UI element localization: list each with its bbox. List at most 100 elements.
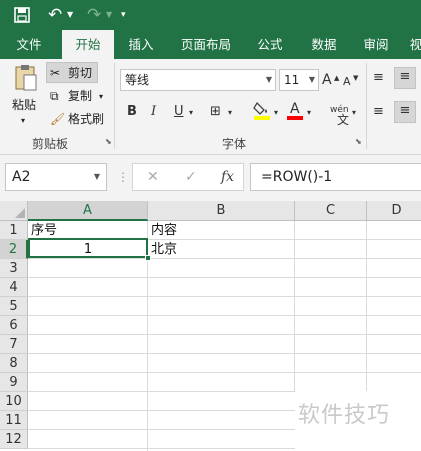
gridline: [294, 221, 295, 391]
caret-down-icon: ▼: [353, 74, 359, 82]
copy-button[interactable]: 复制: [68, 88, 92, 104]
gridline: [28, 372, 421, 373]
gridline: [28, 410, 295, 411]
clipboard-group-label: 剪贴板: [32, 137, 69, 151]
insert-function-button[interactable]: fx: [221, 168, 234, 186]
row-header-5[interactable]: 5: [0, 297, 28, 316]
gridline: [28, 277, 421, 278]
customize-qat-icon[interactable]: ▾: [121, 4, 133, 26]
column-header-c[interactable]: C: [295, 201, 367, 221]
copy-icon: ⧉: [50, 89, 59, 103]
row-header-3[interactable]: 3: [0, 259, 28, 278]
align-middle-icon[interactable]: ≡: [394, 67, 416, 89]
paste-button[interactable]: 粘贴: [12, 97, 36, 113]
column-header-b[interactable]: B: [148, 201, 295, 221]
group-divider: [114, 63, 115, 149]
font-launcher-icon[interactable]: ⬊: [355, 137, 362, 146]
column-header-d[interactable]: D: [367, 201, 421, 221]
row-header-1[interactable]: 1: [0, 221, 28, 240]
format-painter-button[interactable]: 格式刷: [68, 111, 104, 127]
row-header-6[interactable]: 6: [0, 316, 28, 335]
name-box[interactable]: A2 ▼: [5, 163, 107, 191]
tab-data[interactable]: 数据: [302, 30, 346, 59]
active-cell-border: [28, 238, 148, 258]
row-header-9[interactable]: 9: [0, 373, 28, 392]
tab-home[interactable]: 开始: [62, 30, 114, 59]
caret-up-icon: ▲: [334, 74, 340, 82]
row-header-8[interactable]: 8: [0, 354, 28, 373]
fill-color-dropdown-icon[interactable]: ▾: [274, 104, 278, 122]
gridline: [28, 391, 295, 392]
format-painter-icon: 🖌: [50, 112, 66, 126]
cut-button[interactable]: 剪切: [68, 65, 92, 81]
tab-insert[interactable]: 插入: [118, 30, 164, 59]
align-top-icon[interactable]: ≡: [373, 69, 384, 87]
decrease-font-size-button[interactable]: A: [343, 73, 351, 91]
align-center-icon[interactable]: ≡: [394, 101, 416, 123]
gridline: [366, 221, 367, 391]
title-bar: ↶ ▼ ↷ ▼ ▾: [0, 0, 421, 30]
tab-formulas[interactable]: 公式: [248, 30, 292, 59]
svg-text:A: A: [290, 101, 300, 117]
save-icon[interactable]: [14, 4, 34, 26]
borders-dropdown-icon[interactable]: ▾: [228, 104, 232, 122]
name-box-value: A2: [12, 169, 31, 185]
undo-icon[interactable]: ↶: [48, 4, 66, 26]
gridline: [28, 296, 421, 297]
row-header-10[interactable]: 10: [0, 392, 28, 411]
phonetic-dropdown-icon[interactable]: ▾: [352, 104, 356, 122]
cell-b2[interactable]: 北京: [151, 240, 291, 259]
chevron-down-icon: ▼: [308, 75, 315, 84]
row-header-11[interactable]: 11: [0, 411, 28, 430]
gridline: [28, 315, 421, 316]
tab-page-layout[interactable]: 页面布局: [172, 30, 240, 59]
underline-button[interactable]: U: [174, 103, 184, 121]
ribbon: 粘贴 ▾ ✂ 剪切 ⧉ 复制 ▾ 🖌 格式刷 剪贴板 ⬊ 等线 ▼ 11 ▼ A…: [0, 59, 421, 155]
redo-icon[interactable]: ↷: [87, 4, 105, 26]
font-group-label: 字体: [222, 137, 247, 151]
gridline: [28, 353, 421, 354]
enter-icon[interactable]: ✓: [185, 168, 197, 186]
row-header-7[interactable]: 7: [0, 335, 28, 354]
align-left-icon[interactable]: ≡: [373, 103, 384, 121]
select-all-button[interactable]: [0, 201, 28, 221]
increase-font-size-button[interactable]: A: [322, 71, 332, 89]
formula-input[interactable]: =ROW()-1: [250, 163, 421, 191]
group-divider: [366, 63, 367, 149]
clipboard-launcher-icon[interactable]: ⬊: [105, 137, 112, 146]
watermark-text: 软件技巧: [298, 403, 391, 428]
cancel-icon[interactable]: ✕: [147, 168, 159, 186]
italic-button[interactable]: I: [151, 103, 156, 121]
tab-review[interactable]: 审阅: [354, 30, 398, 59]
tab-file[interactable]: 文件: [6, 30, 52, 59]
undo-dropdown-icon[interactable]: ▼: [67, 4, 77, 26]
bold-button[interactable]: B: [127, 103, 137, 121]
chevron-down-icon: ▼: [265, 75, 272, 84]
scissors-icon: ✂: [50, 66, 61, 80]
borders-icon[interactable]: ⊞: [210, 103, 221, 121]
chevron-down-icon: ▼: [93, 172, 100, 181]
font-color-dropdown-icon[interactable]: ▾: [307, 104, 311, 122]
font-size-combo[interactable]: 11 ▼: [279, 69, 319, 91]
gridline: [28, 429, 295, 430]
row-header-2[interactable]: 2: [0, 240, 28, 259]
paste-dropdown-icon[interactable]: ▾: [21, 113, 25, 129]
redo-dropdown-icon[interactable]: ▼: [106, 4, 116, 26]
copy-dropdown-icon[interactable]: ▾: [99, 89, 103, 105]
fill-color-icon[interactable]: [253, 99, 271, 127]
row-header-4[interactable]: 4: [0, 278, 28, 297]
formula-buttons: ✕ ✓ fx: [132, 163, 244, 191]
worksheet-grid: A B C D 1 2 3 4 5 6 7 8 9 10 11 12 序号 内容…: [0, 201, 421, 451]
font-name-combo[interactable]: 等线 ▼: [120, 69, 276, 91]
paste-icon[interactable]: [12, 63, 40, 93]
gridline: [28, 448, 295, 449]
row-header-12[interactable]: 12: [0, 430, 28, 449]
fill-handle[interactable]: [145, 255, 151, 261]
column-header-a[interactable]: A: [28, 201, 148, 221]
font-color-icon[interactable]: A: [287, 99, 303, 127]
tab-view[interactable]: 视: [406, 30, 421, 59]
cell-b1[interactable]: 内容: [151, 221, 291, 240]
font-size-value: 11: [284, 73, 300, 87]
underline-dropdown-icon[interactable]: ▾: [189, 104, 193, 122]
formula-bar-grip-icon[interactable]: ⋮: [117, 165, 129, 189]
